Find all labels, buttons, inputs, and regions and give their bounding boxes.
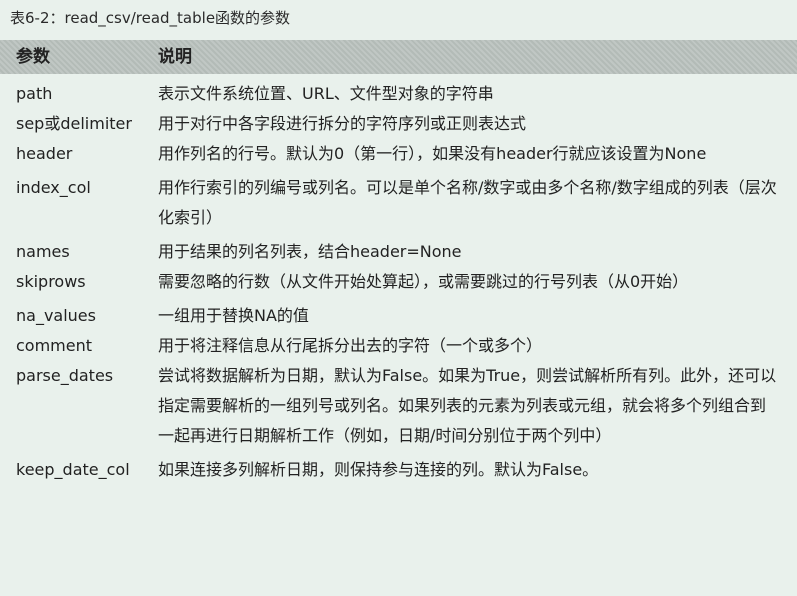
param-description: 用于对行中各字段进行拆分的字符序列或正则表达式 — [158, 114, 527, 133]
table-row-na-values: na_values 一组用于替换NA的值 — [0, 301, 797, 331]
table-row-path: path 表示文件系统位置、URL、文件型对象的字符串 — [0, 79, 797, 109]
param-name: header — [16, 144, 73, 163]
param-description: 一组用于替换NA的值 — [158, 306, 309, 325]
param-name: comment — [16, 336, 93, 355]
document-page: 表6-2：read_csv/read_table函数的参数 参数 说明 path… — [0, 0, 797, 596]
table-row-keep-date-col: keep_date_col 如果连接多列解析日期，则保持参与连接的列。默认为Fa… — [0, 455, 797, 485]
param-description: 尝试将数据解析为日期，默认为False。如果为True，则尝试解析所有列。此外，… — [158, 366, 777, 445]
param-description: 用作行索引的列编号或列名。可以是单个名称/数字或由多个名称/数字组成的列表（层次… — [158, 178, 777, 227]
table-row-index-col: index_col 用作行索引的列编号或列名。可以是单个名称/数字或由多个名称/… — [0, 173, 797, 233]
param-name: skiprows — [16, 272, 86, 291]
header-param: 参数 — [16, 47, 50, 67]
table-row-parse-dates: parse_dates 尝试将数据解析为日期，默认为False。如果为True，… — [0, 361, 797, 451]
table-row-comment: comment 用于将注释信息从行尾拆分出去的字符（一个或多个） — [0, 331, 797, 361]
table-row-skiprows: skiprows 需要忽略的行数（从文件开始处算起），或需要跳过的行号列表（从0… — [0, 267, 797, 297]
param-name: na_values — [16, 306, 96, 325]
param-name: sep或delimiter — [16, 114, 132, 133]
param-name: index_col — [16, 178, 91, 197]
param-description: 用作列名的行号。默认为0（第一行），如果没有header行就应该设置为None — [158, 144, 707, 163]
table-row-header: header 用作列名的行号。默认为0（第一行），如果没有header行就应该设… — [0, 139, 797, 169]
header-description: 说明 — [158, 47, 192, 67]
table-row-sep: sep或delimiter 用于对行中各字段进行拆分的字符序列或正则表达式 — [0, 109, 797, 139]
param-name: names — [16, 242, 70, 261]
param-name: path — [16, 84, 53, 103]
param-description: 如果连接多列解析日期，则保持参与连接的列。默认为False。 — [158, 460, 599, 479]
param-description: 用于将注释信息从行尾拆分出去的字符（一个或多个） — [158, 336, 543, 355]
param-name: parse_dates — [16, 366, 114, 385]
param-description: 需要忽略的行数（从文件开始处算起），或需要跳过的行号列表（从0开始） — [158, 272, 689, 291]
table-caption: 表6-2：read_csv/read_table函数的参数 — [10, 9, 291, 27]
param-description: 表示文件系统位置、URL、文件型对象的字符串 — [158, 84, 494, 103]
param-description: 用于结果的列名列表，结合header=None — [158, 242, 462, 261]
table-row-names: names 用于结果的列名列表，结合header=None — [0, 237, 797, 267]
table-body: path 表示文件系统位置、URL、文件型对象的字符串 sep或delimite… — [0, 79, 797, 485]
param-name: keep_date_col — [16, 460, 130, 479]
table-header-row: 参数 说明 — [0, 40, 797, 74]
